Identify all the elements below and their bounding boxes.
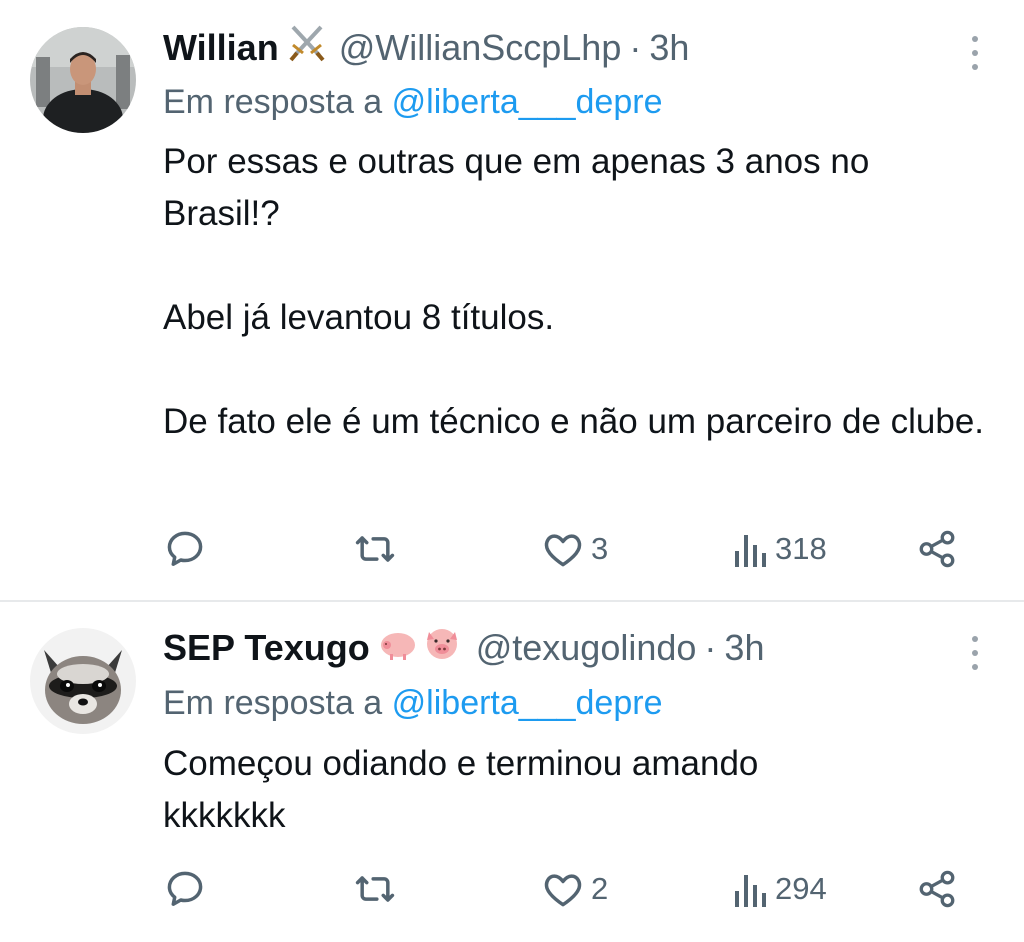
share-icon [919,530,955,568]
heart-icon [544,874,582,907]
like-button[interactable]: 2 [541,864,608,914]
share-icon [919,870,955,908]
tweet[interactable]: Willian @WillianSccpLhp · 3h Em resposta… [0,0,1024,601]
like-button[interactable]: 3 [541,524,608,574]
like-count: 2 [591,871,609,906]
retweet-icon [355,536,395,562]
reply-prefix: Em resposta a [163,684,383,722]
reply-mention-link[interactable]: @liberta___depre [392,83,663,121]
tweet-text: Começou odiando e terminou amando kkkkkk… [163,738,863,842]
tweet-header: Willian @WillianSccpLhp · 3h [163,23,689,73]
reply-context: Em resposta a @liberta___depre [163,80,662,124]
action-bar: 3 318 [0,524,1024,574]
view-count: 294 [775,871,827,906]
more-options-button[interactable] [970,636,980,670]
display-name[interactable]: SEP Texugo [163,626,370,670]
view-count: 318 [775,531,827,566]
reply-icon [167,871,203,906]
more-icon [972,36,978,42]
heart-icon [544,534,582,567]
action-bar: 2 294 [0,864,1024,914]
tweet-paragraph: Abel já levantou 8 títulos. [163,298,555,337]
views-icon [735,535,766,567]
tweet-paragraph: Por essas e outras que em apenas 3 anos … [163,142,870,233]
pig-emoji [378,623,464,673]
reply-button[interactable] [163,864,207,914]
views-button[interactable]: 318 [733,524,827,574]
reply-button[interactable] [163,524,207,574]
tweet[interactable]: SEP Texugo @texugolindo · 3h Em resposta… [0,602,1024,942]
separator-dot: · [629,27,642,68]
more-icon [972,636,978,642]
avatar-image [30,628,136,734]
like-count: 3 [591,531,609,566]
user-handle[interactable]: @WillianSccpLhp [339,26,622,70]
timestamp[interactable]: 3h [649,26,689,70]
more-options-button[interactable] [970,36,980,70]
reply-context: Em resposta a @liberta___depre [163,681,662,725]
display-name[interactable]: Willian [163,26,279,70]
tweet-paragraph: Começou odiando e terminou amando kkkkkk… [163,744,759,835]
avatar-image [30,27,136,133]
crossed-swords-icon [289,25,325,62]
reply-prefix: Em resposta a [163,83,383,121]
share-button[interactable] [916,864,958,914]
reply-icon [167,531,203,566]
tweet-text: Por essas e outras que em apenas 3 anos … [163,136,993,448]
separator-dot: · [704,627,717,668]
user-handle[interactable]: @texugolindo [476,626,697,670]
retweet-button[interactable] [353,524,397,574]
retweet-icon [355,876,395,902]
share-button[interactable] [916,524,958,574]
timestamp[interactable]: 3h [724,626,764,670]
tweet-header: SEP Texugo @texugolindo · 3h [163,626,764,670]
avatar[interactable] [30,27,136,133]
retweet-button[interactable] [353,864,397,914]
avatar[interactable] [30,628,136,734]
views-icon [735,875,766,907]
views-button[interactable]: 294 [733,864,827,914]
pig-icon [380,629,457,660]
crossed-swords-emoji [287,23,327,73]
reply-mention-link[interactable]: @liberta___depre [392,684,663,722]
tweet-paragraph: De fato ele é um técnico e não um parcei… [163,402,985,441]
